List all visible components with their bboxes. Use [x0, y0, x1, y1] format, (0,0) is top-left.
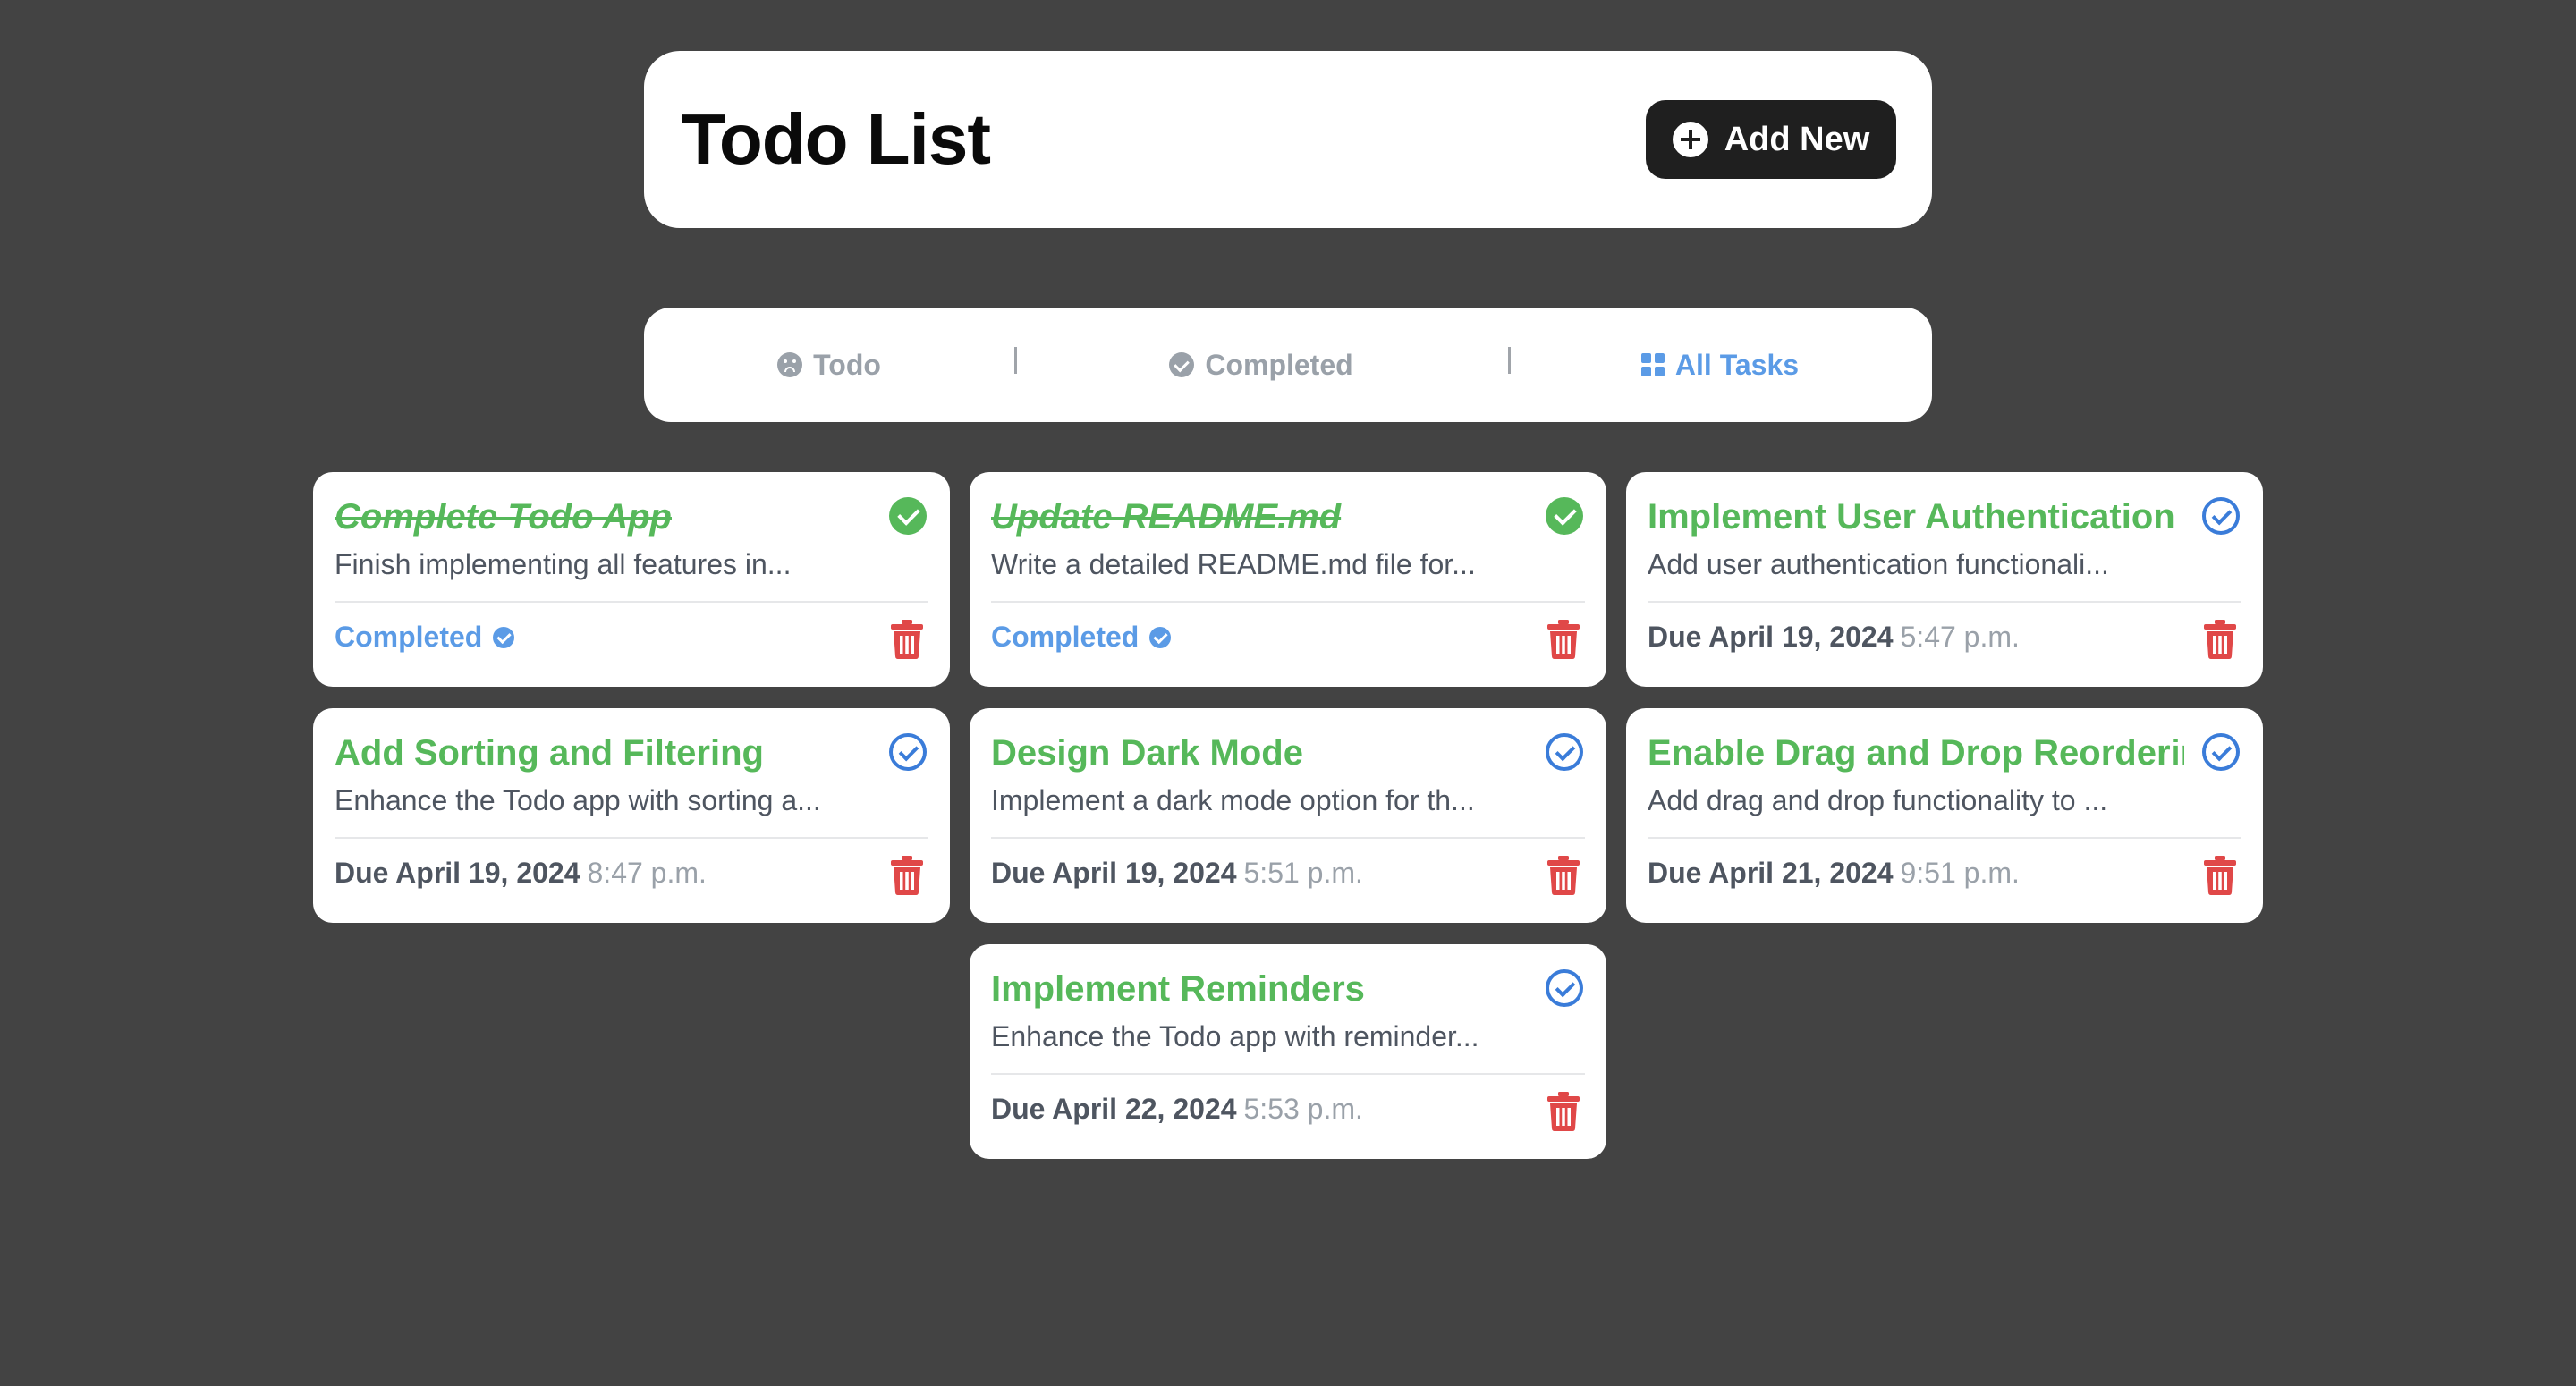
- verified-badge-icon: [493, 626, 515, 648]
- task-description: Enhance the Todo app with reminder...: [991, 1020, 1479, 1052]
- task-title: Implement Reminders: [991, 969, 1365, 1009]
- check-circle-outline-icon[interactable]: [889, 733, 927, 771]
- card-divider: [335, 601, 928, 603]
- task-title: Add Sorting and Filtering: [335, 733, 764, 773]
- trash-icon[interactable]: [1547, 856, 1580, 895]
- trash-icon[interactable]: [891, 856, 923, 895]
- completed-label: Completed: [335, 621, 483, 653]
- task-card[interactable]: Implement User Authentication Add user au…: [1626, 472, 2263, 687]
- task-footer: Completed: [991, 621, 1172, 654]
- plus-circle-icon: [1672, 122, 1708, 157]
- due-date: Due April 19, 2024: [991, 857, 1237, 889]
- tab-completed[interactable]: Completed: [1014, 308, 1508, 422]
- tab-all-tasks[interactable]: All Tasks: [1508, 308, 1932, 422]
- badge-check-icon: [1169, 352, 1195, 377]
- task-title: Design Dark Mode: [991, 733, 1303, 773]
- add-new-label: Add New: [1724, 120, 1870, 158]
- task-card[interactable]: Add Sorting and Filtering Enhance the Tod…: [313, 708, 950, 923]
- task-card[interactable]: Enable Drag and Drop Reorderin Add drag a…: [1626, 708, 2263, 923]
- task-card[interactable]: Complete Todo App Finish implementing all…: [313, 472, 950, 687]
- trash-icon[interactable]: [2204, 620, 2236, 659]
- trash-icon[interactable]: [2204, 856, 2236, 895]
- trash-icon[interactable]: [1547, 620, 1580, 659]
- due-time: 5:53 p.m.: [1243, 1093, 1363, 1125]
- check-circle-outline-icon[interactable]: [1546, 733, 1583, 771]
- task-description: Add user authentication functionali...: [1648, 548, 2109, 580]
- task-footer: Due April 22, 2024 5:53 p.m.: [991, 1093, 1363, 1126]
- page-title: Todo List: [682, 99, 991, 179]
- tab-todo-label: Todo: [813, 348, 881, 381]
- task-title: Implement User Authentication: [1648, 497, 2175, 537]
- due-time: 5:51 p.m.: [1243, 857, 1363, 889]
- task-description: Enhance the Todo app with sorting a...: [335, 784, 821, 816]
- due-time: 8:47 p.m.: [587, 857, 707, 889]
- trash-icon[interactable]: [891, 620, 923, 659]
- task-card[interactable]: Design Dark Mode Implement a dark mode op…: [970, 708, 1606, 923]
- check-circle-filled-icon[interactable]: [889, 497, 927, 535]
- task-footer: Completed: [335, 621, 515, 654]
- add-new-button[interactable]: Add New: [1646, 100, 1896, 179]
- check-circle-outline-icon[interactable]: [1546, 969, 1583, 1007]
- due-date: Due April 22, 2024: [991, 1093, 1237, 1125]
- due-time: 5:47 p.m.: [1900, 621, 2020, 653]
- card-divider: [1648, 601, 2241, 603]
- task-card[interactable]: Update README.md Write a detailed README.…: [970, 472, 1606, 687]
- task-footer: Due April 19, 2024 5:51 p.m.: [991, 857, 1363, 890]
- due-date: Due April 19, 2024: [1648, 621, 1894, 653]
- grid-icon: [1640, 353, 1665, 376]
- verified-badge-icon: [1149, 626, 1172, 648]
- filter-bar: Todo Completed All Tasks: [644, 308, 1932, 422]
- card-divider: [1648, 837, 2241, 839]
- task-description: Finish implementing all features in...: [335, 548, 792, 580]
- task-footer: Due April 19, 2024 8:47 p.m.: [335, 857, 707, 890]
- tab-all-tasks-label: All Tasks: [1674, 348, 1800, 381]
- check-circle-filled-icon[interactable]: [1546, 497, 1583, 535]
- tab-completed-label: Completed: [1205, 348, 1353, 381]
- check-circle-outline-icon[interactable]: [2202, 733, 2240, 771]
- task-description: Write a detailed README.md file for...: [991, 548, 1476, 580]
- due-date: Due April 21, 2024: [1648, 857, 1894, 889]
- card-divider: [991, 837, 1585, 839]
- trash-icon[interactable]: [1547, 1092, 1580, 1131]
- completed-label: Completed: [991, 621, 1140, 653]
- task-title: Update README.md: [991, 497, 1342, 537]
- card-divider: [991, 1073, 1585, 1075]
- task-title: Complete Todo App: [335, 497, 672, 537]
- due-date: Due April 19, 2024: [335, 857, 580, 889]
- sad-face-icon: [777, 352, 803, 377]
- task-footer: Due April 21, 2024 9:51 p.m.: [1648, 857, 2020, 890]
- card-divider: [991, 601, 1585, 603]
- card-divider: [335, 837, 928, 839]
- task-card[interactable]: Implement Reminders Enhance the Todo app …: [970, 944, 1606, 1159]
- task-footer: Due April 19, 2024 5:47 p.m.: [1648, 621, 2020, 654]
- task-description: Add drag and drop functionality to ...: [1648, 784, 2108, 816]
- tab-todo[interactable]: Todo: [644, 308, 1014, 422]
- header-card: Todo List Add New: [644, 51, 1932, 228]
- task-title: Enable Drag and Drop Reorderin: [1648, 733, 2184, 773]
- due-time: 9:51 p.m.: [1900, 857, 2020, 889]
- check-circle-outline-icon[interactable]: [2202, 497, 2240, 535]
- task-description: Implement a dark mode option for th...: [991, 784, 1475, 816]
